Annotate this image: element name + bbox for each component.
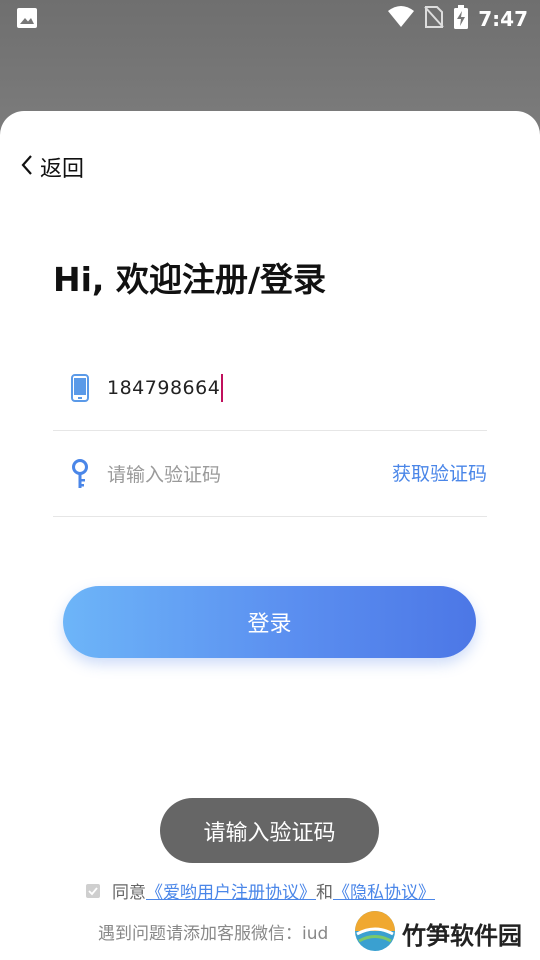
agree-checkbox[interactable] — [86, 883, 100, 898]
status-bar: 7:47 — [0, 0, 540, 36]
chevron-left-icon — [20, 154, 34, 180]
key-icon — [67, 458, 93, 489]
back-label: 返回 — [40, 157, 85, 182]
login-sheet: 返回 Hi, 欢迎注册/登录 184798664 请输入验证码 获取验证码 登录… — [0, 111, 540, 960]
agree-conjunction: 和 — [316, 883, 333, 903]
agree-prefix: 同意 — [112, 883, 146, 903]
watermark: 竹笋软件园 — [354, 910, 522, 956]
get-code-button[interactable]: 获取验证码 — [392, 459, 487, 486]
phone-value: 184798664 — [107, 376, 221, 399]
watermark-logo-icon — [354, 910, 396, 956]
privacy-link[interactable]: 《隐私协议》 — [333, 878, 435, 903]
phone-field[interactable]: 184798664 — [53, 345, 487, 431]
code-input[interactable]: 请输入验证码 — [107, 460, 221, 487]
no-sim-icon — [424, 5, 444, 33]
phone-icon — [67, 373, 93, 403]
user-agreement-link[interactable]: 《爱哟用户注册协议》 — [146, 878, 316, 903]
image-icon — [16, 7, 38, 33]
wifi-icon — [388, 6, 415, 32]
watermark-text: 竹笋软件园 — [402, 921, 522, 950]
back-button[interactable]: 返回 — [20, 151, 84, 183]
page-title: Hi, 欢迎注册/登录 — [53, 260, 327, 299]
phone-input[interactable]: 184798664 — [107, 373, 224, 402]
battery-charging-icon — [454, 5, 469, 33]
toast-message: 请输入验证码 — [160, 798, 379, 863]
agreement-row: 同意 《爱哟用户注册协议》 和 《隐私协议》 — [86, 878, 435, 903]
login-button[interactable]: 登录 — [63, 586, 476, 658]
contact-text: 遇到问题请添加客服微信：iud — [98, 924, 329, 944]
code-field[interactable]: 请输入验证码 获取验证码 — [53, 431, 487, 517]
status-time: 7:47 — [478, 7, 528, 31]
text-caret — [221, 373, 224, 402]
